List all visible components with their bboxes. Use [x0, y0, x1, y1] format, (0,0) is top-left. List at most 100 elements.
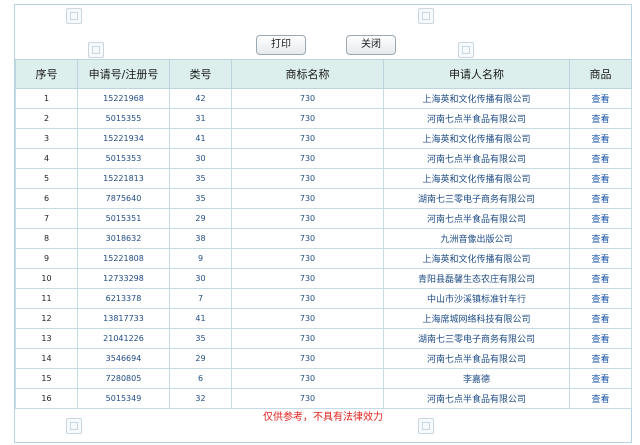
class-cell: 42	[169, 88, 232, 109]
reg-no-cell[interactable]: 7875640	[77, 188, 170, 209]
class-cell: 35	[169, 328, 232, 349]
seq-cell: 11	[15, 288, 78, 309]
reg-no-cell[interactable]: 3018632	[77, 228, 170, 249]
watermark-icon	[418, 8, 434, 24]
seq-cell: 15	[15, 368, 78, 389]
trademark-name-cell[interactable]: 730	[231, 248, 384, 269]
seq-cell: 8	[15, 228, 78, 249]
table-header-row: 序号 申请号/注册号 类号 商标名称 申请人名称 商品	[15, 59, 632, 89]
seq-cell: 10	[15, 268, 78, 289]
reg-no-cell[interactable]: 12733298	[77, 268, 170, 289]
view-link[interactable]: 查看	[569, 208, 632, 229]
col-header-goods: 商品	[569, 59, 632, 89]
close-button[interactable]: 关闭	[346, 35, 396, 55]
reg-no-cell[interactable]: 5015353	[77, 148, 170, 169]
view-link[interactable]: 查看	[569, 168, 632, 189]
class-cell: 6	[169, 368, 232, 389]
applicant-cell: 上海英和文化传播有限公司	[383, 168, 570, 189]
class-cell: 41	[169, 308, 232, 329]
view-link[interactable]: 查看	[569, 368, 632, 389]
view-link[interactable]: 查看	[569, 288, 632, 309]
view-link[interactable]: 查看	[569, 228, 632, 249]
view-link[interactable]: 查看	[569, 388, 632, 409]
seq-cell: 6	[15, 188, 78, 209]
view-link[interactable]: 查看	[569, 248, 632, 269]
reg-no-cell[interactable]: 15221934	[77, 128, 170, 149]
applicant-cell: 河南七点半食品有限公司	[383, 348, 570, 369]
applicant-cell: 河南七点半食品有限公司	[383, 108, 570, 129]
applicant-cell: 湖南七三零电子商务有限公司	[383, 328, 570, 349]
table-row: 14 3546694 29 730 河南七点半食品有限公司 查看	[15, 348, 632, 369]
reg-no-cell[interactable]: 5015355	[77, 108, 170, 129]
trademark-name-cell[interactable]: 730	[231, 348, 384, 369]
col-header-reg-no: 申请号/注册号	[77, 59, 170, 89]
col-header-applicant: 申请人名称	[383, 59, 570, 89]
table-row: 16 5015349 32 730 河南七点半食品有限公司 查看	[15, 388, 632, 409]
class-cell: 9	[169, 248, 232, 269]
view-link[interactable]: 查看	[569, 348, 632, 369]
reg-no-cell[interactable]: 13817733	[77, 308, 170, 329]
class-cell: 38	[169, 228, 232, 249]
seq-cell: 2	[15, 108, 78, 129]
class-cell: 32	[169, 388, 232, 409]
trademark-table: 序号 申请号/注册号 类号 商标名称 申请人名称 商品 1 15221968 42 7…	[15, 59, 632, 409]
trademark-name-cell[interactable]: 730	[231, 88, 384, 109]
print-button[interactable]: 打印	[256, 35, 306, 55]
table-row: 12 13817733 41 730 上海席城网络科技有限公司 查看	[15, 308, 632, 329]
reg-no-cell[interactable]: 21041226	[77, 328, 170, 349]
trademark-name-cell[interactable]: 730	[231, 148, 384, 169]
applicant-cell: 九洲音像出版公司	[383, 228, 570, 249]
trademark-name-cell[interactable]: 730	[231, 128, 384, 149]
view-link[interactable]: 查看	[569, 88, 632, 109]
class-cell: 29	[169, 208, 232, 229]
trademark-name-cell[interactable]: 730	[231, 188, 384, 209]
trademark-name-cell[interactable]: 730	[231, 108, 384, 129]
class-cell: 35	[169, 188, 232, 209]
reg-no-cell[interactable]: 15221968	[77, 88, 170, 109]
trademark-name-cell[interactable]: 730	[231, 228, 384, 249]
reg-no-cell[interactable]: 7280805	[77, 368, 170, 389]
view-link[interactable]: 查看	[569, 268, 632, 289]
reg-no-cell[interactable]: 15221813	[77, 168, 170, 189]
view-link[interactable]: 查看	[569, 148, 632, 169]
seq-cell: 9	[15, 248, 78, 269]
trademark-name-cell[interactable]: 730	[231, 268, 384, 289]
view-link[interactable]: 查看	[569, 128, 632, 149]
table-row: 7 5015351 29 730 河南七点半食品有限公司 查看	[15, 208, 632, 229]
reg-no-cell[interactable]: 15221808	[77, 248, 170, 269]
class-cell: 29	[169, 348, 232, 369]
applicant-cell: 青阳县磊馨生态农庄有限公司	[383, 268, 570, 289]
table-row: 3 15221934 41 730 上海英和文化传播有限公司 查看	[15, 128, 632, 149]
table-row: 6 7875640 35 730 湖南七三零电子商务有限公司 查看	[15, 188, 632, 209]
reg-no-cell[interactable]: 5015351	[77, 208, 170, 229]
view-link[interactable]: 查看	[569, 188, 632, 209]
table-row: 2 5015355 31 730 河南七点半食品有限公司 查看	[15, 108, 632, 129]
table-row: 15 7280805 6 730 李嘉德 查看	[15, 368, 632, 389]
seq-cell: 5	[15, 168, 78, 189]
table-row: 5 15221813 35 730 上海英和文化传播有限公司 查看	[15, 168, 632, 189]
applicant-cell: 李嘉德	[383, 368, 570, 389]
reg-no-cell[interactable]: 3546694	[77, 348, 170, 369]
applicant-cell: 上海英和文化传播有限公司	[383, 88, 570, 109]
view-link[interactable]: 查看	[569, 308, 632, 329]
reg-no-cell[interactable]: 5015349	[77, 388, 170, 409]
seq-cell: 12	[15, 308, 78, 329]
applicant-cell: 上海席城网络科技有限公司	[383, 308, 570, 329]
view-link[interactable]: 查看	[569, 108, 632, 129]
seq-cell: 14	[15, 348, 78, 369]
trademark-name-cell[interactable]: 730	[231, 328, 384, 349]
trademark-name-cell[interactable]: 730	[231, 308, 384, 329]
trademark-name-cell[interactable]: 730	[231, 368, 384, 389]
view-link[interactable]: 查看	[569, 328, 632, 349]
watermark-icon	[66, 8, 82, 24]
trademark-name-cell[interactable]: 730	[231, 288, 384, 309]
col-header-class: 类号	[169, 59, 232, 89]
reg-no-cell[interactable]: 6213378	[77, 288, 170, 309]
applicant-cell: 河南七点半食品有限公司	[383, 208, 570, 229]
col-header-trademark-name: 商标名称	[231, 59, 384, 89]
trademark-name-cell[interactable]: 730	[231, 208, 384, 229]
class-cell: 30	[169, 148, 232, 169]
trademark-name-cell[interactable]: 730	[231, 388, 384, 409]
col-header-seq: 序号	[15, 59, 78, 89]
trademark-name-cell[interactable]: 730	[231, 168, 384, 189]
